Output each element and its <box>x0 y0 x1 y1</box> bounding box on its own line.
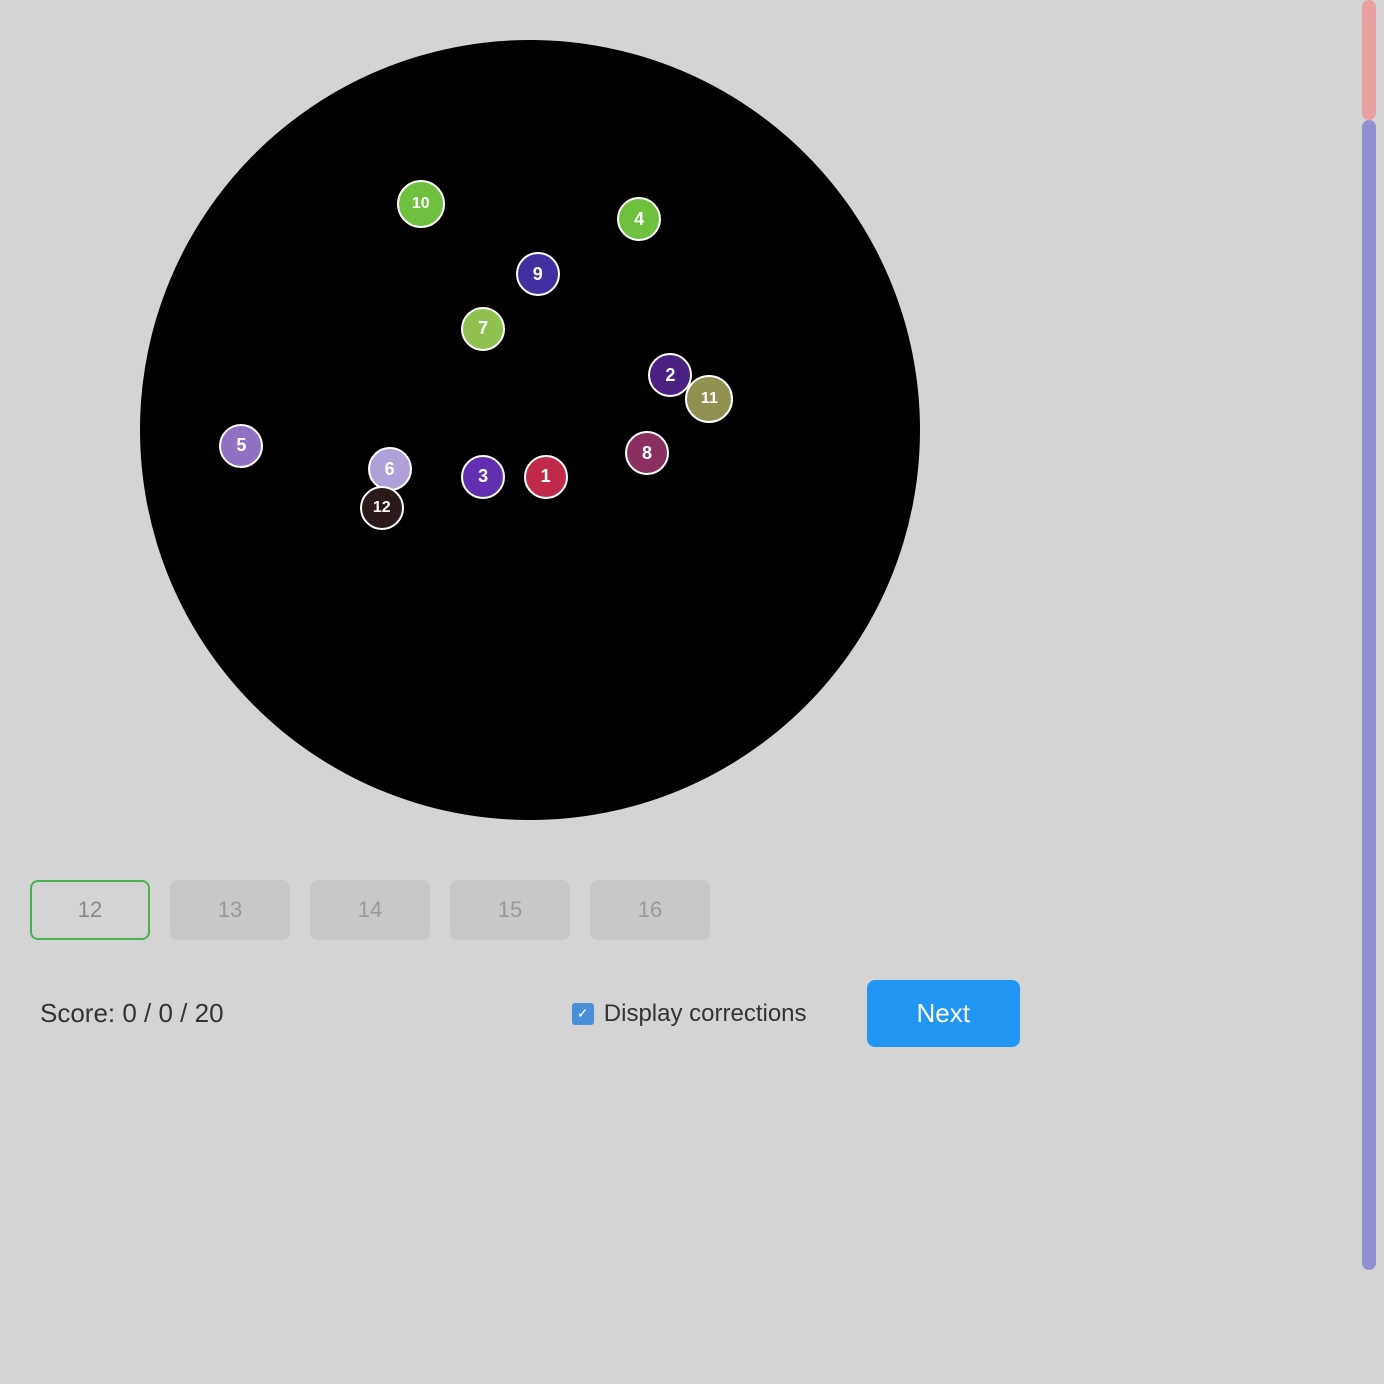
display-corrections-label: Display corrections <box>604 1000 807 1028</box>
dot-12[interactable]: 12 <box>360 486 404 530</box>
dot-7[interactable]: 7 <box>461 307 505 351</box>
pagination-row: 12 13 14 15 16 <box>30 880 1030 940</box>
display-corrections-checkbox[interactable]: ✓ <box>572 1003 594 1025</box>
footer-row: Score: 0 / 0 / 20 ✓ Display corrections … <box>30 980 1030 1047</box>
dot-1[interactable]: 1 <box>524 455 568 499</box>
page-btn-15[interactable]: 15 <box>450 880 570 940</box>
dot-5[interactable]: 5 <box>219 424 263 468</box>
next-button[interactable]: Next <box>867 980 1020 1047</box>
scrollbar-thumb-top <box>1362 0 1376 120</box>
scrollbar-container <box>1354 0 1384 1384</box>
dot-6[interactable]: 6 <box>368 447 412 491</box>
page-btn-14[interactable]: 14 <box>310 880 430 940</box>
black-circle: 123456789101112 <box>140 40 920 820</box>
display-corrections-container: ✓ Display corrections <box>572 1000 807 1028</box>
dot-3[interactable]: 3 <box>461 455 505 499</box>
scrollbar-thumb-main <box>1362 120 1376 1270</box>
dot-4[interactable]: 4 <box>617 197 661 241</box>
dot-8[interactable]: 8 <box>625 431 669 475</box>
scrollbar-track[interactable] <box>1362 0 1376 1384</box>
score-label: Score: 0 / 0 / 20 <box>40 998 224 1029</box>
bottom-section: 12 13 14 15 16 Score: 0 / 0 / 20 ✓ Display c… <box>0 880 1060 1047</box>
dot-9[interactable]: 9 <box>516 252 560 296</box>
dot-10[interactable]: 10 <box>397 180 445 228</box>
page-btn-12[interactable]: 12 <box>30 880 150 940</box>
page-btn-13[interactable]: 13 <box>170 880 290 940</box>
dot-11[interactable]: 11 <box>685 375 733 423</box>
page-btn-16[interactable]: 16 <box>590 880 710 940</box>
main-container: 12 3 4 5 6 7 8 9 10 11 12 12 13 14 15 16 Score: 0 / 0 … <box>0 0 1060 1384</box>
circle-area: 123456789101112 <box>140 40 920 820</box>
